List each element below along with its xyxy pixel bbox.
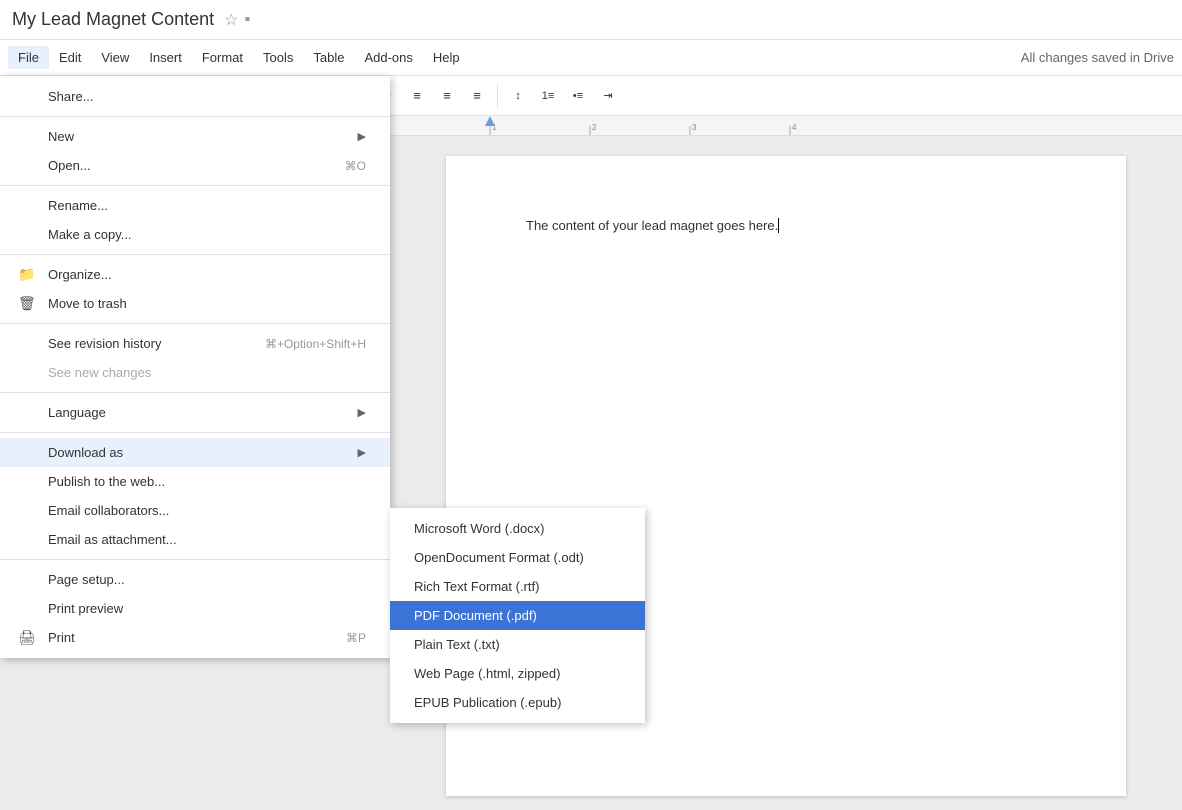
language-arrow-icon: ▶ <box>358 406 366 419</box>
svg-text:3: 3 <box>692 123 697 132</box>
document-title: My Lead Magnet Content <box>12 9 214 30</box>
print-label: Print <box>48 630 75 645</box>
organize-label: Organize... <box>48 267 112 282</box>
menu-item-format[interactable]: Format <box>192 46 253 69</box>
menu-bar: File Edit View Insert Format Tools Table… <box>0 40 1182 76</box>
print-shortcut: ⌘P <box>346 631 366 645</box>
title-bar: My Lead Magnet Content ☆ ▪ <box>0 0 1182 40</box>
ruler-svg: 1 2 3 4 <box>390 116 1182 136</box>
page-setup-label: Page setup... <box>48 572 125 587</box>
download-docx[interactable]: Microsoft Word (.docx) <box>390 514 645 543</box>
divider-6 <box>0 432 390 433</box>
ruler: 1 2 3 4 <box>390 116 1182 136</box>
menu-organize[interactable]: 📁 Organize... <box>0 260 390 289</box>
menu-publish-web[interactable]: Publish to the web... <box>0 467 390 496</box>
numbered-list-button[interactable]: 1≡ <box>534 83 562 109</box>
revision-shortcut: ⌘+Option+Shift+H <box>265 337 366 351</box>
menu-print-preview[interactable]: Print preview <box>0 594 390 623</box>
docx-label: Microsoft Word (.docx) <box>414 521 545 536</box>
menu-item-tools[interactable]: Tools <box>253 46 303 69</box>
download-arrow-icon: ▶ <box>358 446 366 459</box>
align-right-button[interactable]: ≡ <box>433 83 461 109</box>
align-justify-button[interactable]: ≡ <box>463 83 491 109</box>
menu-item-table[interactable]: Table <box>303 46 354 69</box>
folder-icon: ▪ <box>244 11 250 29</box>
download-odt[interactable]: OpenDocument Format (.odt) <box>390 543 645 572</box>
align-center-button[interactable]: ≡ <box>403 83 431 109</box>
menu-new[interactable]: New ▶ <box>0 122 390 151</box>
menu-item-help[interactable]: Help <box>423 46 470 69</box>
svg-text:4: 4 <box>792 123 797 132</box>
download-pdf[interactable]: PDF Document (.pdf) <box>390 601 645 630</box>
make-copy-label: Make a copy... <box>48 227 132 242</box>
text-cursor <box>778 218 779 233</box>
download-submenu: Microsoft Word (.docx) OpenDocument Form… <box>390 508 645 723</box>
divider-3 <box>0 254 390 255</box>
menu-item-edit[interactable]: Edit <box>49 46 91 69</box>
open-shortcut: ⌘O <box>345 159 366 173</box>
menu-item-file[interactable]: File <box>8 46 49 69</box>
menu-open[interactable]: Open... ⌘O <box>0 151 390 180</box>
menu-email-collaborators[interactable]: Email collaborators... <box>0 496 390 525</box>
menu-item-addons[interactable]: Add-ons <box>354 46 422 69</box>
file-menu-dropdown: Share... New ▶ Open... ⌘O Rename... Make… <box>0 76 390 658</box>
menu-download-as[interactable]: Download as ▶ <box>0 438 390 467</box>
doc-content: The content of your lead magnet goes her… <box>526 216 1046 237</box>
trash-label: Move to trash <box>48 296 127 311</box>
organize-icon: 📁 <box>18 266 35 283</box>
menu-email-attachment[interactable]: Email as attachment... <box>0 525 390 554</box>
menu-print[interactable]: 🖨 Print ⌘P <box>0 623 390 652</box>
divider-4 <box>0 323 390 324</box>
rtf-label: Rich Text Format (.rtf) <box>414 579 539 594</box>
star-icon[interactable]: ☆ <box>224 10 238 30</box>
divider-7 <box>0 559 390 560</box>
language-label: Language <box>48 405 106 420</box>
download-html[interactable]: Web Page (.html, zipped) <box>390 659 645 688</box>
email-attachment-label: Email as attachment... <box>48 532 177 547</box>
divider-2 <box>0 185 390 186</box>
odt-label: OpenDocument Format (.odt) <box>414 550 584 565</box>
email-collaborators-label: Email collaborators... <box>48 503 169 518</box>
download-epub[interactable]: EPUB Publication (.epub) <box>390 688 645 717</box>
menu-rename[interactable]: Rename... <box>0 191 390 220</box>
download-as-label: Download as <box>48 445 123 460</box>
doc-text: The content of your lead magnet goes her… <box>526 218 778 233</box>
new-changes-label: See new changes <box>48 365 151 380</box>
pdf-label: PDF Document (.pdf) <box>414 608 537 623</box>
print-icon: 🖨 <box>18 629 36 646</box>
save-status: All changes saved in Drive <box>1021 50 1174 65</box>
indent-button[interactable]: ⇥ <box>594 83 622 109</box>
txt-label: Plain Text (.txt) <box>414 637 500 652</box>
svg-text:2: 2 <box>592 123 597 132</box>
menu-page-setup[interactable]: Page setup... <box>0 565 390 594</box>
rename-label: Rename... <box>48 198 108 213</box>
divider-1 <box>0 116 390 117</box>
open-label: Open... <box>48 158 91 173</box>
bullet-list-button[interactable]: •≡ <box>564 83 592 109</box>
print-preview-label: Print preview <box>48 601 123 616</box>
menu-new-changes: See new changes <box>0 358 390 387</box>
revision-label: See revision history <box>48 336 161 351</box>
divider-5 <box>0 392 390 393</box>
download-rtf[interactable]: Rich Text Format (.rtf) <box>390 572 645 601</box>
menu-language[interactable]: Language ▶ <box>0 398 390 427</box>
menu-revision-history[interactable]: See revision history ⌘+Option+Shift+H <box>0 329 390 358</box>
toolbar-divider-4 <box>497 84 498 108</box>
menu-trash[interactable]: 🗑 Move to trash <box>0 289 390 318</box>
menu-item-insert[interactable]: Insert <box>139 46 192 69</box>
new-arrow-icon: ▶ <box>358 130 366 143</box>
download-txt[interactable]: Plain Text (.txt) <box>390 630 645 659</box>
menu-share[interactable]: Share... <box>0 82 390 111</box>
menu-make-copy[interactable]: Make a copy... <box>0 220 390 249</box>
trash-icon: 🗑 <box>18 295 36 312</box>
line-spacing-button[interactable]: ↕ <box>504 83 532 109</box>
publish-web-label: Publish to the web... <box>48 474 165 489</box>
share-label: Share... <box>48 89 94 104</box>
menu-item-view[interactable]: View <box>91 46 139 69</box>
epub-label: EPUB Publication (.epub) <box>414 695 561 710</box>
html-label: Web Page (.html, zipped) <box>414 666 560 681</box>
new-label: New <box>48 129 74 144</box>
